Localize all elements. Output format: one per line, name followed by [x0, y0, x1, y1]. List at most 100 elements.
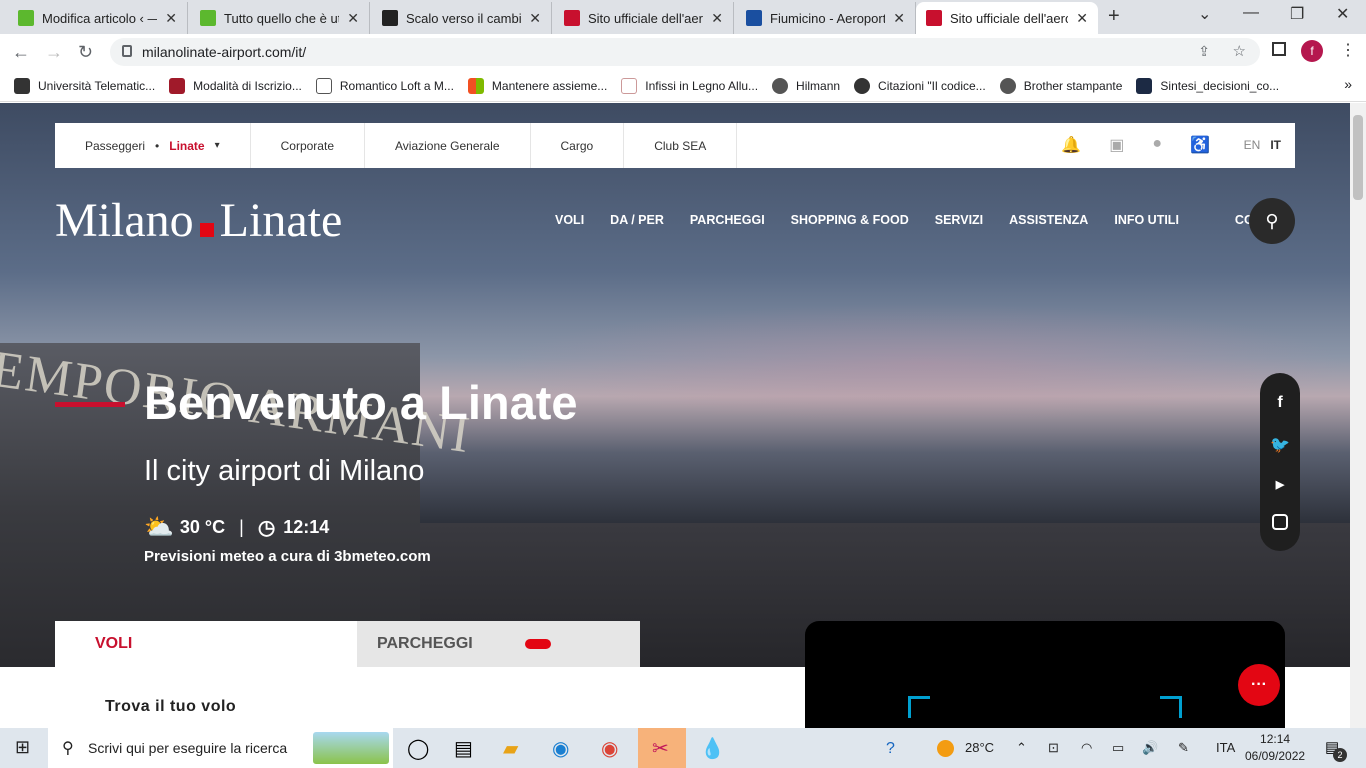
bookmark-item[interactable]: Romantico Loft a M... [315, 77, 454, 94]
tab-parking[interactable]: PARCHEGGI [357, 621, 640, 667]
volume-icon[interactable]: 🔊 [1142, 740, 1158, 756]
shop-icon[interactable]: ▣ [1109, 135, 1124, 155]
menu-icon[interactable]: ⋮ [1340, 40, 1356, 60]
pen-icon[interactable]: ✎ [1178, 740, 1189, 756]
nav-general-aviation[interactable]: Aviazione Generale [365, 123, 531, 168]
title-accent-line [55, 402, 125, 407]
new-tab-icon[interactable]: + [1108, 5, 1120, 28]
chat-button[interactable]: ··· [1238, 664, 1280, 706]
close-icon[interactable]: ✕ [1076, 10, 1088, 27]
maximize-icon[interactable]: ❐ [1290, 4, 1304, 24]
passengers-dropdown[interactable]: Passeggeri • Linate ▾ [55, 123, 251, 168]
browser-tab[interactable]: Modifica articolo ‹ — Y ✕ [8, 2, 188, 34]
bookmark-item[interactable]: Modalità di Iscrizio... [169, 77, 302, 94]
bookmark-item[interactable]: Infissi in Legno Allu... [621, 77, 758, 94]
youtube-icon[interactable]: ▶ [1276, 478, 1284, 491]
more-bookmarks-icon[interactable]: » [1344, 76, 1352, 92]
taskbar-weather[interactable]: 28°C [965, 740, 994, 755]
close-icon[interactable]: ✕ [165, 10, 177, 27]
drop-app-icon[interactable]: 💧 [700, 736, 725, 761]
bookmark-item[interactable]: Mantenere assieme... [467, 77, 607, 94]
minimize-icon[interactable]: — [1243, 4, 1259, 22]
file-explorer-icon[interactable]: ▰ [503, 736, 518, 761]
edge-icon[interactable]: ◉ [552, 736, 569, 761]
bell-icon[interactable]: 🔔 [1061, 135, 1081, 155]
twitter-icon[interactable]: 🐦 [1270, 435, 1290, 455]
address-bar[interactable]: milanolinate-airport.com/it/ ⇪ ☆ [110, 38, 1260, 66]
bookmark-star-icon[interactable]: ☆ [1233, 42, 1246, 60]
nav-info[interactable]: INFO UTILI [1114, 213, 1179, 227]
battery-icon[interactable]: ▭ [1112, 740, 1124, 756]
close-icon[interactable]: ✕ [347, 10, 359, 27]
browser-tab[interactable]: Scalo verso il cambio d ✕ [372, 2, 552, 34]
temperature: 30 °C [179, 517, 226, 537]
forward-icon[interactable]: → [45, 42, 63, 63]
browser-tab[interactable]: Fiumicino - Aeroporti ✕ [736, 2, 916, 34]
nav-corporate[interactable]: Corporate [251, 123, 365, 168]
back-icon[interactable]: ← [12, 42, 30, 63]
top-navigation: Passeggeri • Linate ▾ Corporate Aviazion… [55, 123, 1295, 168]
language-indicator[interactable]: ITA [1216, 740, 1235, 755]
paint-app-icon[interactable]: ✂ [652, 736, 669, 761]
reload-icon[interactable]: ↻ [78, 42, 93, 63]
browser-tab[interactable]: Tutto quello che è util ✕ [190, 2, 370, 34]
taskbar-search[interactable]: ⚲ Scrivi qui per eseguire la ricerca [48, 728, 393, 768]
search-button[interactable]: ⚲ [1249, 198, 1295, 244]
browser-tab-active[interactable]: Sito ufficiale dell'aerop ✕ [916, 2, 1098, 34]
lang-it[interactable]: IT [1270, 138, 1281, 152]
bookmark-item[interactable]: Università Telematic... [14, 77, 155, 94]
nav-flights[interactable]: VOLI [555, 213, 584, 227]
nav-destinations[interactable]: DA / PER [610, 213, 664, 227]
promo-banner[interactable] [805, 621, 1285, 728]
instagram-icon[interactable] [1272, 513, 1288, 530]
scrollbar-thumb[interactable] [1353, 115, 1363, 200]
bookmark-favicon-icon [621, 77, 638, 94]
windows-start-icon[interactable]: ⊞ [15, 737, 30, 758]
chrome-icon[interactable]: ◉ [601, 736, 618, 761]
share-icon[interactable]: ⇪ [1198, 43, 1210, 60]
accessibility-icon[interactable]: ♿ [1190, 135, 1210, 155]
notification-count: 2 [1333, 748, 1347, 762]
nav-services[interactable]: SERVIZI [935, 213, 983, 227]
network-icon[interactable]: ◠ [1081, 740, 1092, 756]
tab-favicon-icon [200, 10, 216, 26]
tray-chevron-icon[interactable]: ⌃ [1016, 740, 1027, 756]
bookmark-item[interactable]: Hilmann [772, 77, 840, 94]
task-view-icon[interactable]: ◯ [407, 736, 429, 761]
close-icon[interactable]: ✕ [529, 10, 541, 27]
tab-flights[interactable]: VOLI [55, 621, 357, 667]
side-panel-icon[interactable] [1272, 42, 1286, 56]
lang-en[interactable]: EN [1244, 138, 1261, 152]
site-logo[interactable]: Milano Linate [55, 193, 342, 248]
tab-favicon-icon [926, 10, 942, 26]
nav-club-sea[interactable]: Club SEA [624, 123, 738, 168]
widgets-icon[interactable]: ▤ [454, 736, 473, 761]
tab-favicon-icon [18, 10, 34, 26]
booking-tabs: VOLI PARCHEGGI [55, 621, 640, 667]
nav-cargo[interactable]: Cargo [531, 123, 625, 168]
bookmark-item[interactable]: Brother stampante [999, 77, 1122, 94]
profile-avatar[interactable]: f [1301, 40, 1323, 62]
tab-search-chevron-icon[interactable]: ⌄ [1198, 4, 1211, 24]
windows-taskbar: ⊞ ⚲ Scrivi qui per eseguire la ricerca ◯… [0, 728, 1366, 768]
nav-assistance[interactable]: ASSISTENZA [1009, 213, 1088, 227]
taskbar-clock[interactable]: 12:14 06/09/2022 [1245, 731, 1305, 765]
facebook-icon[interactable]: f [1277, 394, 1282, 412]
close-icon[interactable]: ✕ [893, 10, 905, 27]
meet-icon[interactable]: ⊡ [1048, 740, 1059, 756]
window-close-icon[interactable]: ✕ [1336, 4, 1349, 24]
search-icon: ⚲ [62, 740, 74, 757]
page-scrollbar[interactable] [1350, 103, 1366, 728]
bookmark-item[interactable]: Citazioni "Il codice... [854, 77, 986, 94]
bookmarks-bar: Università Telematic... Modalità di Iscr… [0, 70, 1366, 102]
nav-shopping[interactable]: SHOPPING & FOOD [791, 213, 909, 227]
bookmark-item[interactable]: Sintesi_decisioni_co... [1136, 77, 1279, 94]
user-icon[interactable]: ● [1152, 135, 1162, 155]
close-icon[interactable]: ✕ [711, 10, 723, 27]
nav-parking[interactable]: PARCHEGGI [690, 213, 765, 227]
browser-tab[interactable]: Sito ufficiale dell'aerop ✕ [554, 2, 734, 34]
globe-icon [999, 77, 1016, 94]
help-icon[interactable]: ? [886, 740, 895, 758]
chevron-down-icon: ▾ [214, 140, 220, 151]
weather-credit[interactable]: Previsioni meteo a cura di 3bmeteo.com [144, 548, 431, 565]
